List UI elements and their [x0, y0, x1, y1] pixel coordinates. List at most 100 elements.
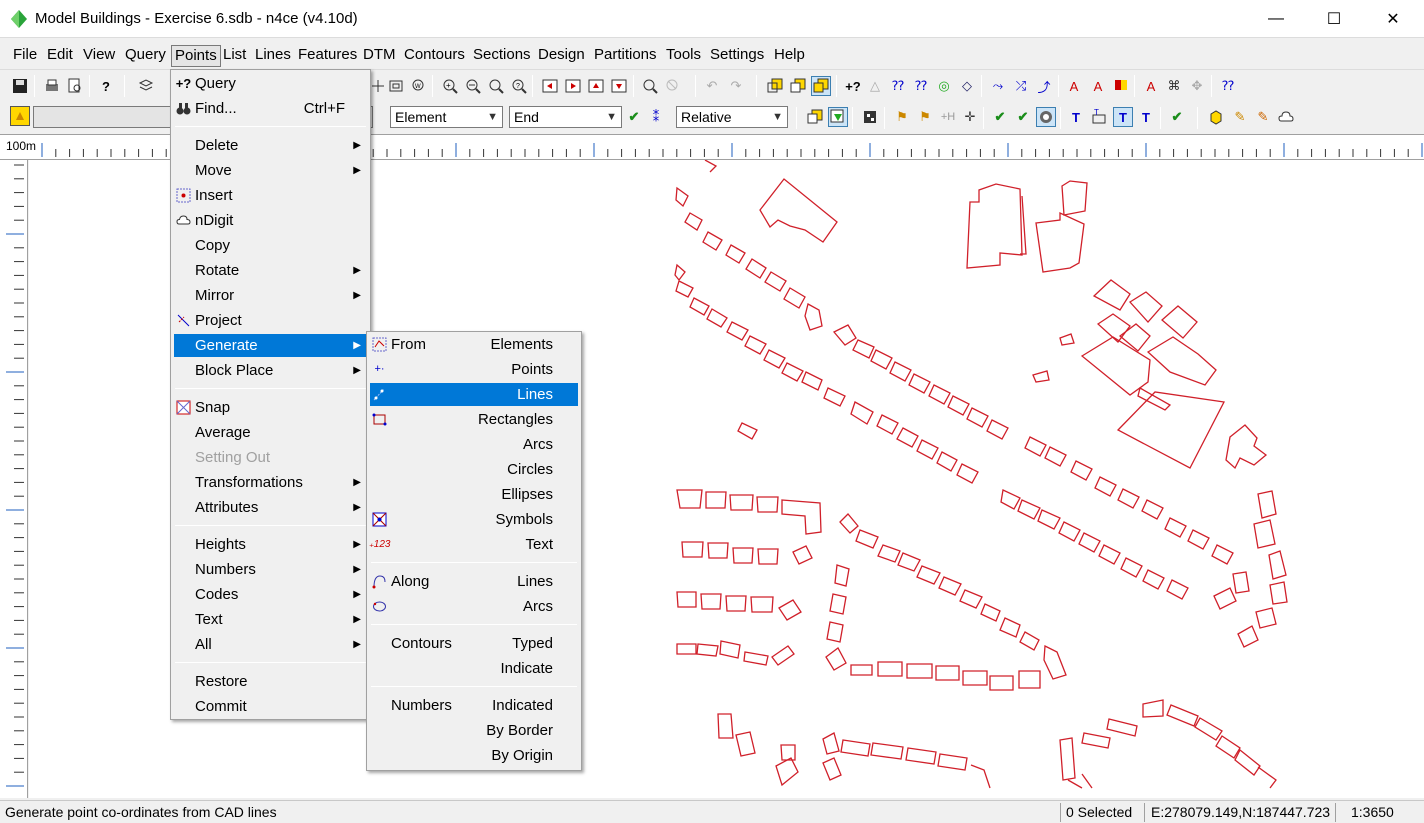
menu-query-item[interactable]: +? Query: [174, 72, 367, 95]
menu-sections[interactable]: Sections: [473, 45, 531, 67]
menu-block-place-item[interactable]: Block Place ▶: [174, 359, 367, 382]
point-flag-b-icon[interactable]: ⚑: [915, 107, 935, 127]
point-flag-a-icon[interactable]: ⚑: [892, 107, 912, 127]
feature-query-icon[interactable]: ◎: [934, 76, 954, 96]
triangle-tool-icon[interactable]: △: [865, 76, 885, 96]
generate-numbers-indicated-item[interactable]: Numbers Indicated: [370, 694, 578, 717]
flag-icon[interactable]: [1111, 76, 1131, 96]
generate-from-elements-item[interactable]: From Elements: [370, 333, 578, 356]
end-select[interactable]: End ▼: [509, 106, 622, 128]
select-c-icon[interactable]: [811, 76, 831, 96]
menu-move-item[interactable]: Move ▶: [174, 159, 367, 182]
generate-along-lines-item[interactable]: Along Lines: [370, 570, 578, 593]
line-query-icon[interactable]: ⁇: [888, 76, 908, 96]
menu-points[interactable]: Points: [171, 45, 221, 67]
menu-average-item[interactable]: Average: [174, 421, 367, 444]
menu-tools[interactable]: Tools: [666, 45, 701, 67]
menu-help[interactable]: Help: [774, 45, 805, 67]
menu-heights-item[interactable]: Heights ▶: [174, 533, 367, 556]
maximize-button[interactable]: ☐: [1311, 0, 1357, 38]
relative-select[interactable]: Relative ▼: [676, 106, 788, 128]
menu-dtm[interactable]: DTM: [363, 45, 396, 67]
print-preview-icon[interactable]: [65, 76, 85, 96]
menu-restore-item[interactable]: Restore: [174, 670, 367, 693]
menu-transformations-item[interactable]: Transformations ▶: [174, 471, 367, 494]
menu-setting-out-item[interactable]: Setting Out: [174, 446, 367, 469]
menu-query[interactable]: Query: [125, 45, 166, 67]
menu-mirror-item[interactable]: Mirror ▶: [174, 284, 367, 307]
highlight-icon[interactable]: [10, 106, 30, 126]
generate-ellipses-item[interactable]: Ellipses: [370, 483, 578, 506]
generate-numbers-by-origin-item[interactable]: By Origin: [370, 744, 578, 767]
confirm-check-icon[interactable]: ✔: [624, 107, 644, 127]
menu-contours[interactable]: Contours: [404, 45, 465, 67]
generate-text-item[interactable]: ₊123 Text: [369, 533, 578, 556]
redo-icon[interactable]: ↷: [726, 76, 746, 96]
generate-arcs-item[interactable]: Arcs: [370, 433, 578, 456]
pan-up-icon[interactable]: [586, 76, 606, 96]
arc-query-icon[interactable]: ⁇: [911, 76, 931, 96]
zoom-in-icon[interactable]: +: [440, 76, 460, 96]
text-edit-icon[interactable]: T: [1136, 107, 1156, 127]
text-t-icon[interactable]: T: [1066, 107, 1086, 127]
menu-list[interactable]: List: [223, 45, 246, 67]
menu-project-item[interactable]: Project: [174, 309, 367, 332]
menu-generate-item[interactable]: Generate ▶: [174, 334, 367, 357]
menu-snap-item[interactable]: Snap: [174, 396, 367, 419]
help-icon[interactable]: ?: [96, 76, 116, 96]
measure-b-icon[interactable]: ⤮: [1011, 76, 1031, 96]
undo-icon[interactable]: ↶: [702, 76, 722, 96]
filter-window-icon[interactable]: [828, 107, 848, 127]
layers-icon[interactable]: [136, 76, 156, 96]
menu-all-item[interactable]: All ▶: [174, 633, 367, 656]
gear-check-icon[interactable]: [1036, 107, 1056, 127]
snap-options-icon[interactable]: ⁑: [646, 107, 666, 127]
box-3d-icon[interactable]: [1206, 107, 1226, 127]
network-icon[interactable]: ⌘: [1164, 76, 1184, 96]
menu-delete-item[interactable]: Delete ▶: [174, 134, 367, 157]
whats-this-icon[interactable]: ⁇: [1218, 76, 1238, 96]
text-query-b-icon[interactable]: A: [1088, 76, 1108, 96]
generate-points-item[interactable]: +· Points: [370, 358, 578, 381]
save-icon[interactable]: [10, 76, 30, 96]
menu-file[interactable]: File: [13, 45, 37, 67]
height-tool-icon[interactable]: +H: [938, 107, 958, 127]
minimize-button[interactable]: —: [1253, 0, 1299, 38]
menu-insert-item[interactable]: Insert: [174, 184, 367, 207]
menu-view[interactable]: View: [83, 45, 115, 67]
element-select[interactable]: Element ▼: [390, 106, 503, 128]
menu-edit[interactable]: Edit: [47, 45, 73, 67]
menu-attributes-item[interactable]: Attributes ▶: [174, 496, 367, 519]
edit-points-icon[interactable]: ✎: [1253, 107, 1273, 127]
zoom-out-icon[interactable]: [463, 76, 483, 96]
measure-a-icon[interactable]: ⤳: [988, 76, 1008, 96]
text-box-icon[interactable]: T: [1089, 107, 1109, 127]
query-disabled-icon[interactable]: [663, 76, 683, 96]
menu-find-item[interactable]: Find... Ctrl+F: [174, 97, 367, 120]
zoom-previous-icon[interactable]: ?: [509, 76, 529, 96]
menu-numbers-item[interactable]: Numbers ▶: [174, 558, 367, 581]
edit-text-icon[interactable]: A: [1141, 76, 1161, 96]
generate-circles-item[interactable]: Circles: [370, 458, 578, 481]
menu-lines[interactable]: Lines: [255, 45, 291, 67]
validate-icon[interactable]: ✔: [1167, 107, 1187, 127]
generate-contours-indicate-item[interactable]: Indicate: [370, 657, 578, 680]
menu-codes-item[interactable]: Codes ▶: [174, 583, 367, 606]
pan-down-icon[interactable]: [609, 76, 629, 96]
generate-symbols-item[interactable]: Symbols: [370, 508, 578, 531]
menu-ndigit-item[interactable]: nDigit: [174, 209, 367, 232]
menu-copy-item[interactable]: Copy: [174, 234, 367, 257]
generate-numbers-by-border-item[interactable]: By Border: [370, 719, 578, 742]
text-check-icon[interactable]: T: [1113, 107, 1133, 127]
generate-contours-typed-item[interactable]: Contours Typed: [370, 632, 578, 655]
zoom-window-icon[interactable]: W: [409, 76, 429, 96]
check-a-icon[interactable]: ✔: [990, 107, 1010, 127]
copy-window-icon[interactable]: [805, 107, 825, 127]
pencil-icon[interactable]: ✎: [1230, 107, 1250, 127]
select-a-icon[interactable]: [765, 76, 785, 96]
crosshair-icon[interactable]: ✛: [960, 107, 980, 127]
disabled-tool-icon[interactable]: ✥: [1187, 76, 1207, 96]
add-point-icon[interactable]: +?: [843, 76, 863, 96]
menu-commit-item[interactable]: Commit: [174, 695, 367, 718]
generate-along-arcs-item[interactable]: Arcs: [370, 595, 578, 618]
